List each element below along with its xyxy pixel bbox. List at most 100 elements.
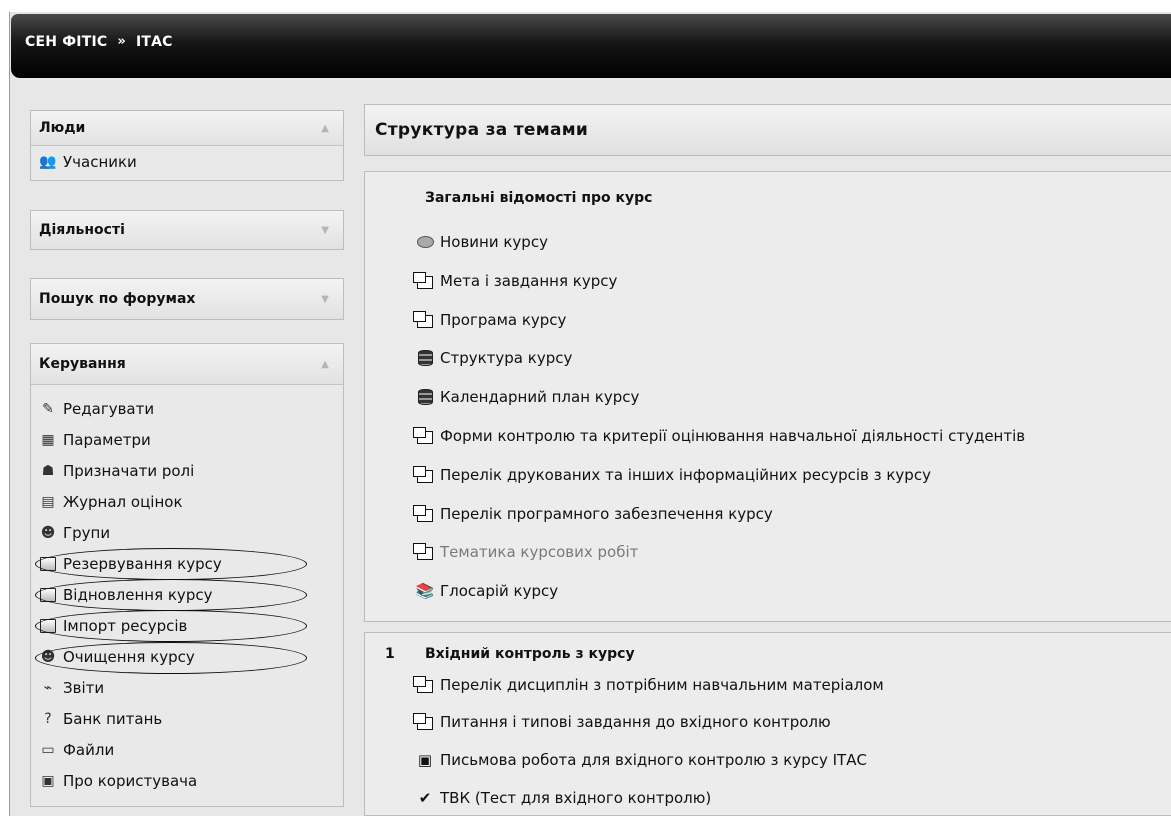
- sidebar-item-label: Імпорт ресурсів: [63, 616, 188, 635]
- activity-link[interactable]: Програма курсу: [413, 310, 566, 329]
- sidebar-item-settings[interactable]: ▦ Параметри: [39, 424, 335, 455]
- sidebar-item-participants[interactable]: 👥 Учасники: [39, 146, 335, 178]
- sidebar-item-label: Файли: [63, 740, 115, 759]
- section-title: Загальні відомості про курс: [425, 190, 653, 206]
- people-block-header[interactable]: Люди ▲: [31, 111, 343, 146]
- participants-icon: 👥: [39, 154, 57, 170]
- sidebar-item-edit[interactable]: ✎ Редагувати: [39, 393, 335, 424]
- page-icon: [413, 465, 435, 483]
- roles-icon: ☗: [41, 462, 55, 479]
- activities-block: Діяльності ▼: [30, 210, 344, 250]
- page-icon: [413, 271, 435, 289]
- restore-icon: [39, 587, 57, 603]
- forum-search-block-header[interactable]: Пошук по форумах ▼: [31, 279, 343, 319]
- course-section-1: 1 Вхідний контроль з курсу Перелік дисци…: [364, 632, 1171, 816]
- page-icon: [413, 675, 435, 693]
- grades-icon: ▤: [41, 493, 55, 510]
- backup-icon: [39, 556, 57, 572]
- activity-link[interactable]: Перелік друкованих та інших інформаційни…: [413, 465, 931, 484]
- expand-icon[interactable]: ▼: [321, 294, 329, 305]
- sidebar-item-label: Редагувати: [63, 399, 155, 418]
- activity-link[interactable]: Питання і типові завдання до вхідного ко…: [413, 712, 831, 731]
- quiz-icon: ✔: [418, 789, 432, 807]
- administration-block-header[interactable]: Керування ▲: [31, 344, 343, 385]
- sidebar-item-profile[interactable]: ▣ Про користувача: [39, 765, 335, 796]
- profile-icon: ▣: [41, 772, 55, 789]
- page-icon: [413, 712, 435, 730]
- glossary-icon: 📚: [415, 582, 435, 600]
- page-icon: [413, 504, 435, 522]
- activity-label: Перелік дисциплін з потрібним навчальним…: [440, 676, 884, 694]
- sidebar-item-files[interactable]: ▭ Файли: [39, 734, 335, 765]
- activity-link[interactable]: Новини курсу: [415, 233, 548, 251]
- import-icon: [39, 618, 57, 634]
- sidebar-item-label: Очищення курсу: [63, 647, 195, 666]
- activity-label: ТВК (Тест для вхідного контролю): [440, 789, 712, 807]
- activity-link[interactable]: Перелік програмного забезпечення курсу: [413, 504, 773, 523]
- sidebar-item-import[interactable]: Імпорт ресурсів: [39, 610, 335, 641]
- collapse-icon[interactable]: ▲: [321, 359, 329, 370]
- folder-icon: ▭: [41, 741, 55, 758]
- activity-link[interactable]: Форми контролю та критерії оцінювання на…: [413, 426, 1026, 445]
- activity-label: Тематика курсових робіт: [440, 543, 639, 561]
- activity-link[interactable]: Мета і завдання курсу: [413, 271, 617, 290]
- sidebar-item-restore[interactable]: Відновлення курсу: [39, 579, 335, 610]
- collapse-icon[interactable]: ▲: [321, 123, 329, 134]
- database-icon: [415, 350, 435, 366]
- activity-link[interactable]: Перелік дисциплін з потрібним навчальним…: [413, 675, 884, 694]
- breadcrumb-root-link[interactable]: СЕН ФІТІС: [25, 34, 107, 50]
- breadcrumb-current[interactable]: ІТАС: [136, 34, 173, 50]
- activity-link[interactable]: Тематика курсових робіт: [413, 542, 639, 561]
- activity-label: Перелік друкованих та інших інформаційни…: [440, 466, 931, 484]
- breadcrumb: СЕН ФІТІС » ІТАС: [25, 34, 173, 50]
- forum-search-block-title: Пошук по форумах: [39, 291, 196, 307]
- sidebar-item-label: Призначати ролі: [63, 461, 195, 480]
- page-title: Структура за темами: [364, 104, 1171, 156]
- sidebar-item-label: Резервування курсу: [63, 554, 222, 573]
- administration-block-title: Керування: [39, 356, 126, 372]
- people-block-title: Люди: [39, 120, 86, 136]
- sidebar-item-backup[interactable]: Резервування курсу: [39, 548, 335, 579]
- activity-label: Форми контролю та критерії оцінювання на…: [440, 427, 1026, 445]
- settings-icon: ▦: [41, 431, 55, 448]
- page-icon: [413, 310, 435, 328]
- activity-label: Питання і типові завдання до вхідного ко…: [440, 713, 831, 731]
- breadcrumb-separator: »: [117, 34, 126, 49]
- activity-label: Структура курсу: [440, 349, 573, 367]
- sidebar-item-label: Учасники: [63, 153, 137, 171]
- header-bar: [11, 14, 1171, 78]
- edit-icon: ✎: [42, 400, 54, 417]
- sidebar-item-label: Звіти: [63, 678, 105, 697]
- forum-search-block: Пошук по форумах ▼: [30, 278, 344, 320]
- administration-block: Керування ▲ ✎ Редагувати ▦ Параметри ☗ Приз…: [30, 343, 344, 807]
- activity-link[interactable]: 📚 Глосарій курсу: [415, 582, 558, 600]
- sidebar-item-question-bank[interactable]: ? Банк питань: [39, 703, 335, 734]
- activity-link[interactable]: ▣ Письмова робота для вхідного контролю з…: [415, 751, 867, 769]
- forum-icon: [415, 234, 435, 250]
- people-block: Люди ▲ 👥 Учасники: [30, 110, 344, 181]
- groups-icon: ☻: [40, 524, 56, 541]
- section-number: 1: [385, 646, 395, 662]
- activities-block-title: Діяльності: [39, 222, 125, 238]
- activity-link[interactable]: Структура курсу: [415, 349, 572, 367]
- question-bank-icon: ?: [44, 710, 52, 727]
- activities-block-header[interactable]: Діяльності ▼: [31, 211, 343, 249]
- sidebar-item-grades[interactable]: ▤ Журнал оцінок: [39, 486, 335, 517]
- section-title: Вхідний контроль з курсу: [425, 646, 635, 662]
- sidebar-item-reports[interactable]: ⌁ Звіти: [39, 672, 335, 703]
- sidebar-item-groups[interactable]: ☻ Групи: [39, 517, 335, 548]
- sidebar-item-label: Параметри: [63, 430, 151, 449]
- sidebar-item-reset[interactable]: ☻ Очищення курсу: [39, 641, 335, 672]
- database-icon: [415, 389, 435, 405]
- expand-icon[interactable]: ▼: [321, 225, 329, 236]
- sidebar-item-label: Банк питань: [63, 709, 163, 728]
- reports-icon: ⌁: [43, 679, 53, 696]
- sidebar-item-assign-roles[interactable]: ☗ Призначати ролі: [39, 455, 335, 486]
- course-section-general: Загальні відомості про курс Новини курсу…: [364, 171, 1171, 622]
- activity-label: Новини курсу: [440, 233, 548, 251]
- activity-link[interactable]: Календарний план курсу: [415, 388, 639, 406]
- activity-link[interactable]: ✔ ТВК (Тест для вхідного контролю): [415, 789, 712, 807]
- activity-label: Перелік програмного забезпечення курсу: [440, 505, 773, 523]
- word-doc-icon: ▣: [417, 751, 433, 769]
- sidebar-item-label: Про користувача: [63, 771, 198, 790]
